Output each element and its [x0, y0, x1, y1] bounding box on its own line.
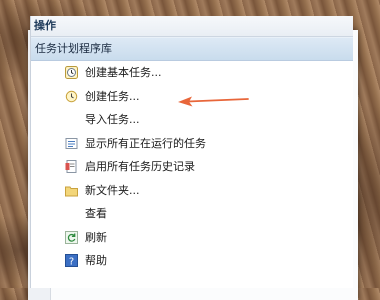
create-basic-task-label: 创建基本任务...	[85, 66, 162, 79]
actions-panel: 操作 任务计划程序库 创建基本任务... 创建任务... 导入任务... 显示所…	[30, 16, 353, 288]
new-folder-item[interactable]: 新文件夹...	[31, 179, 353, 203]
enable-task-history-item[interactable]: 启用所有任务历史记录	[31, 155, 353, 179]
import-task-label: 导入任务...	[85, 113, 140, 126]
running-tasks-icon	[65, 137, 78, 149]
help-item[interactable]: ? 帮助	[31, 249, 353, 273]
new-folder-label: 新文件夹...	[85, 183, 140, 197]
clock-icon	[65, 90, 78, 102]
actions-header: 操作	[31, 16, 353, 37]
enable-task-history-label: 启用所有任务历史记录	[85, 160, 195, 173]
show-running-tasks-item[interactable]: 显示所有正在运行的任务	[31, 132, 353, 156]
svg-text:?: ?	[69, 257, 74, 268]
create-task-label: 创建任务...	[85, 89, 140, 103]
view-label: 查看	[85, 207, 107, 220]
view-item[interactable]: 查看	[31, 202, 353, 226]
help-label: 帮助	[85, 254, 107, 267]
show-running-tasks-label: 显示所有正在运行的任务	[85, 136, 206, 150]
pointer-arrow-icon	[178, 96, 249, 107]
import-task-item[interactable]: 导入任务...	[31, 108, 353, 132]
section-task-scheduler-library[interactable]: 任务计划程序库	[31, 37, 353, 61]
create-basic-task-item[interactable]: 创建基本任务...	[31, 61, 353, 85]
clock-wizard-icon	[65, 66, 78, 79]
history-icon	[65, 160, 77, 173]
help-icon: ?	[65, 254, 78, 267]
refresh-icon	[65, 230, 78, 244]
folder-icon	[65, 186, 78, 196]
refresh-label: 刷新	[85, 230, 107, 244]
refresh-item[interactable]: 刷新	[31, 226, 353, 250]
